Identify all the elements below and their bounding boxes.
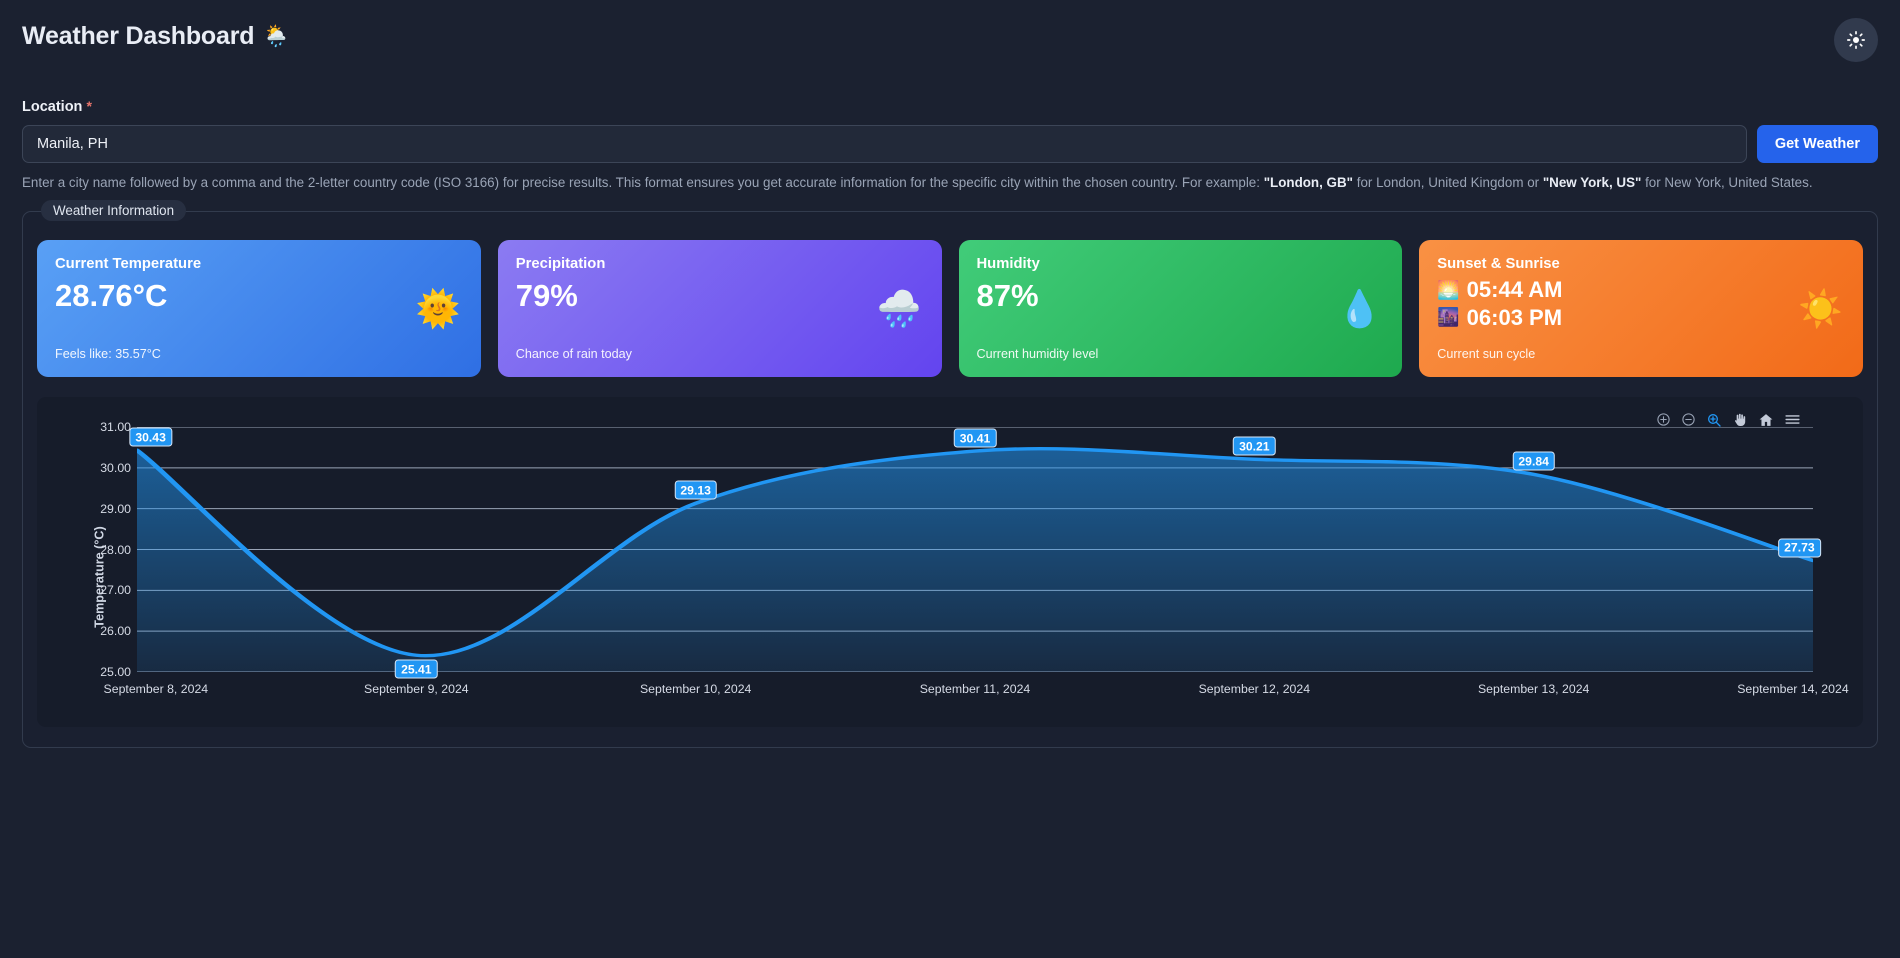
card-value: 79% (515, 278, 578, 313)
get-weather-button[interactable]: Get Weather (1756, 125, 1878, 163)
chart-data-label: 30.41 (953, 428, 997, 448)
card-subtext: Current sun cycle (1437, 347, 1536, 361)
page-title: Weather Dashboard 🌦️ (22, 22, 289, 51)
sunrise-time: 05:44 AM (1466, 277, 1563, 302)
y-axis-tick: 30.00 (100, 460, 131, 475)
chart-data-label: 30.21 (1233, 436, 1276, 456)
helper-example-newyork: "New York, US" (1542, 175, 1642, 190)
sunset-city-icon: 🌆 (1437, 307, 1460, 328)
sun-with-face-icon: 🌞 (415, 287, 461, 329)
y-axis-labels: 25.00 26.00 27.00 28.00 29.00 30.00 31.00 (79, 420, 131, 679)
card-current-temperature: Current Temperature 28.76°C Feels like: … (37, 240, 481, 377)
y-axis-tick: 25.00 (100, 665, 131, 679)
x-axis-tick: September 13, 2024 (1477, 682, 1590, 696)
card-title: Current Temperature (55, 256, 202, 272)
y-axis-tick: 31.00 (100, 420, 131, 434)
card-title: Humidity (976, 256, 1040, 272)
x-axis-tick: September 12, 2024 (1198, 682, 1311, 696)
sun-behind-rain-cloud-icon: 🌦️ (263, 24, 290, 48)
chart-series-area[interactable]: 30.43 25.41 29.13 30.41 30.21 29.84 27.73 (129, 427, 1821, 679)
card-value: 28.76°C (55, 278, 168, 313)
sunrise-row: 🌅 05:44 AM (1437, 276, 1845, 304)
location-label: Location * (22, 98, 1878, 115)
location-input-row: Get Weather (22, 125, 1878, 163)
chart-plot-area: Temperature (°C) 25.00 26.00 27.00 28.00 29.… (37, 420, 1863, 727)
sun-brightness-icon (1846, 30, 1866, 50)
hamburger-menu-icon[interactable] (1784, 411, 1801, 428)
card-subtext: Current humidity level (976, 347, 1099, 361)
card-precipitation: Precipitation 79% Chance of rain today 🌧… (497, 240, 942, 377)
y-axis-tick: 26.00 (100, 624, 131, 639)
home-reset-icon[interactable] (1758, 412, 1774, 428)
water-droplet-icon: 💧 (1337, 287, 1383, 329)
theme-toggle-button[interactable] (1834, 18, 1878, 62)
x-axis-tick: September 11, 2024 (919, 682, 1031, 696)
pan-hand-icon[interactable] (1732, 412, 1748, 428)
x-axis-tick: September 10, 2024 (639, 682, 752, 696)
chart-svg (134, 427, 1816, 672)
page-header: Weather Dashboard 🌦️ (22, 0, 1878, 62)
rain-cloud-icon: 🌧️ (876, 287, 922, 329)
weather-cards: Current Temperature 28.76°C Feels like: … (37, 240, 1863, 377)
x-axis-tick: September 8, 2024 (103, 682, 209, 696)
chart-data-label: 25.41 (395, 659, 438, 679)
card-title: Sunset & Sunrise (1437, 256, 1560, 272)
location-input[interactable] (22, 125, 1747, 163)
card-title: Precipitation (515, 256, 606, 272)
x-axis-labels: September 8, 2024 September 9, 2024 Septem… (104, 682, 1849, 702)
temperature-chart: Temperature (°C) 25.00 26.00 27.00 28.00 29.… (37, 397, 1863, 727)
y-axis-tick: 28.00 (100, 542, 131, 557)
helper-example-london: "London, GB" (1263, 175, 1353, 190)
sun-times: 🌅 05:44 AM 🌆 06:03 PM (1437, 276, 1845, 332)
chart-data-label: 29.84 (1512, 451, 1555, 471)
location-helper-text: Enter a city name followed by a comma an… (22, 174, 1878, 191)
y-axis-tick: 29.00 (100, 501, 131, 516)
helper-suffix: for New York, United States. (1641, 175, 1813, 190)
card-sunset-sunrise: Sunset & Sunrise 🌅 05:44 AM 🌆 06:03 PM C… (1419, 240, 1863, 377)
sunrise-icon: 🌅 (1437, 279, 1460, 300)
sunset-row: 🌆 06:03 PM (1437, 304, 1845, 332)
card-value: 87% (976, 278, 1039, 313)
chart-data-label: 29.13 (674, 480, 717, 500)
card-subtext: Feels like: 35.57°C (55, 347, 161, 361)
chart-area-fill (137, 448, 1813, 672)
required-marker: * (86, 98, 92, 114)
y-axis-tick: 27.00 (100, 583, 131, 598)
location-form: Location * Get Weather Enter a city name… (22, 98, 1878, 191)
card-subtext: Chance of rain today (515, 347, 632, 361)
location-label-text: Location (22, 99, 83, 115)
zoom-out-icon[interactable] (1681, 412, 1696, 427)
chart-toolbar (1656, 411, 1801, 428)
chart-data-label: 30.43 (129, 427, 172, 447)
helper-prefix: Enter a city name followed by a comma an… (22, 175, 1264, 190)
zoom-in-icon[interactable] (1656, 412, 1671, 427)
chart-data-label: 27.73 (1778, 538, 1821, 558)
x-axis-tick: September 9, 2024 (364, 682, 469, 696)
sun-icon: ☀️ (1798, 287, 1843, 329)
weather-dashboard-page: Weather Dashboard 🌦️ Location * Manila, … (0, 0, 1900, 958)
page-title-text: Weather Dashboard (22, 22, 255, 50)
x-axis-tick: September 14, 2024 (1737, 682, 1849, 696)
weather-information-legend: Weather Information (41, 200, 187, 221)
sunset-time: 06:03 PM (1466, 304, 1563, 330)
helper-mid: for London, United Kingdom or (1353, 175, 1543, 190)
selection-zoom-icon[interactable] (1706, 412, 1722, 428)
weather-information-panel: Weather Information Current Temperature … (22, 200, 1878, 748)
card-humidity: Humidity 87% Current humidity level 💧 (958, 240, 1403, 377)
